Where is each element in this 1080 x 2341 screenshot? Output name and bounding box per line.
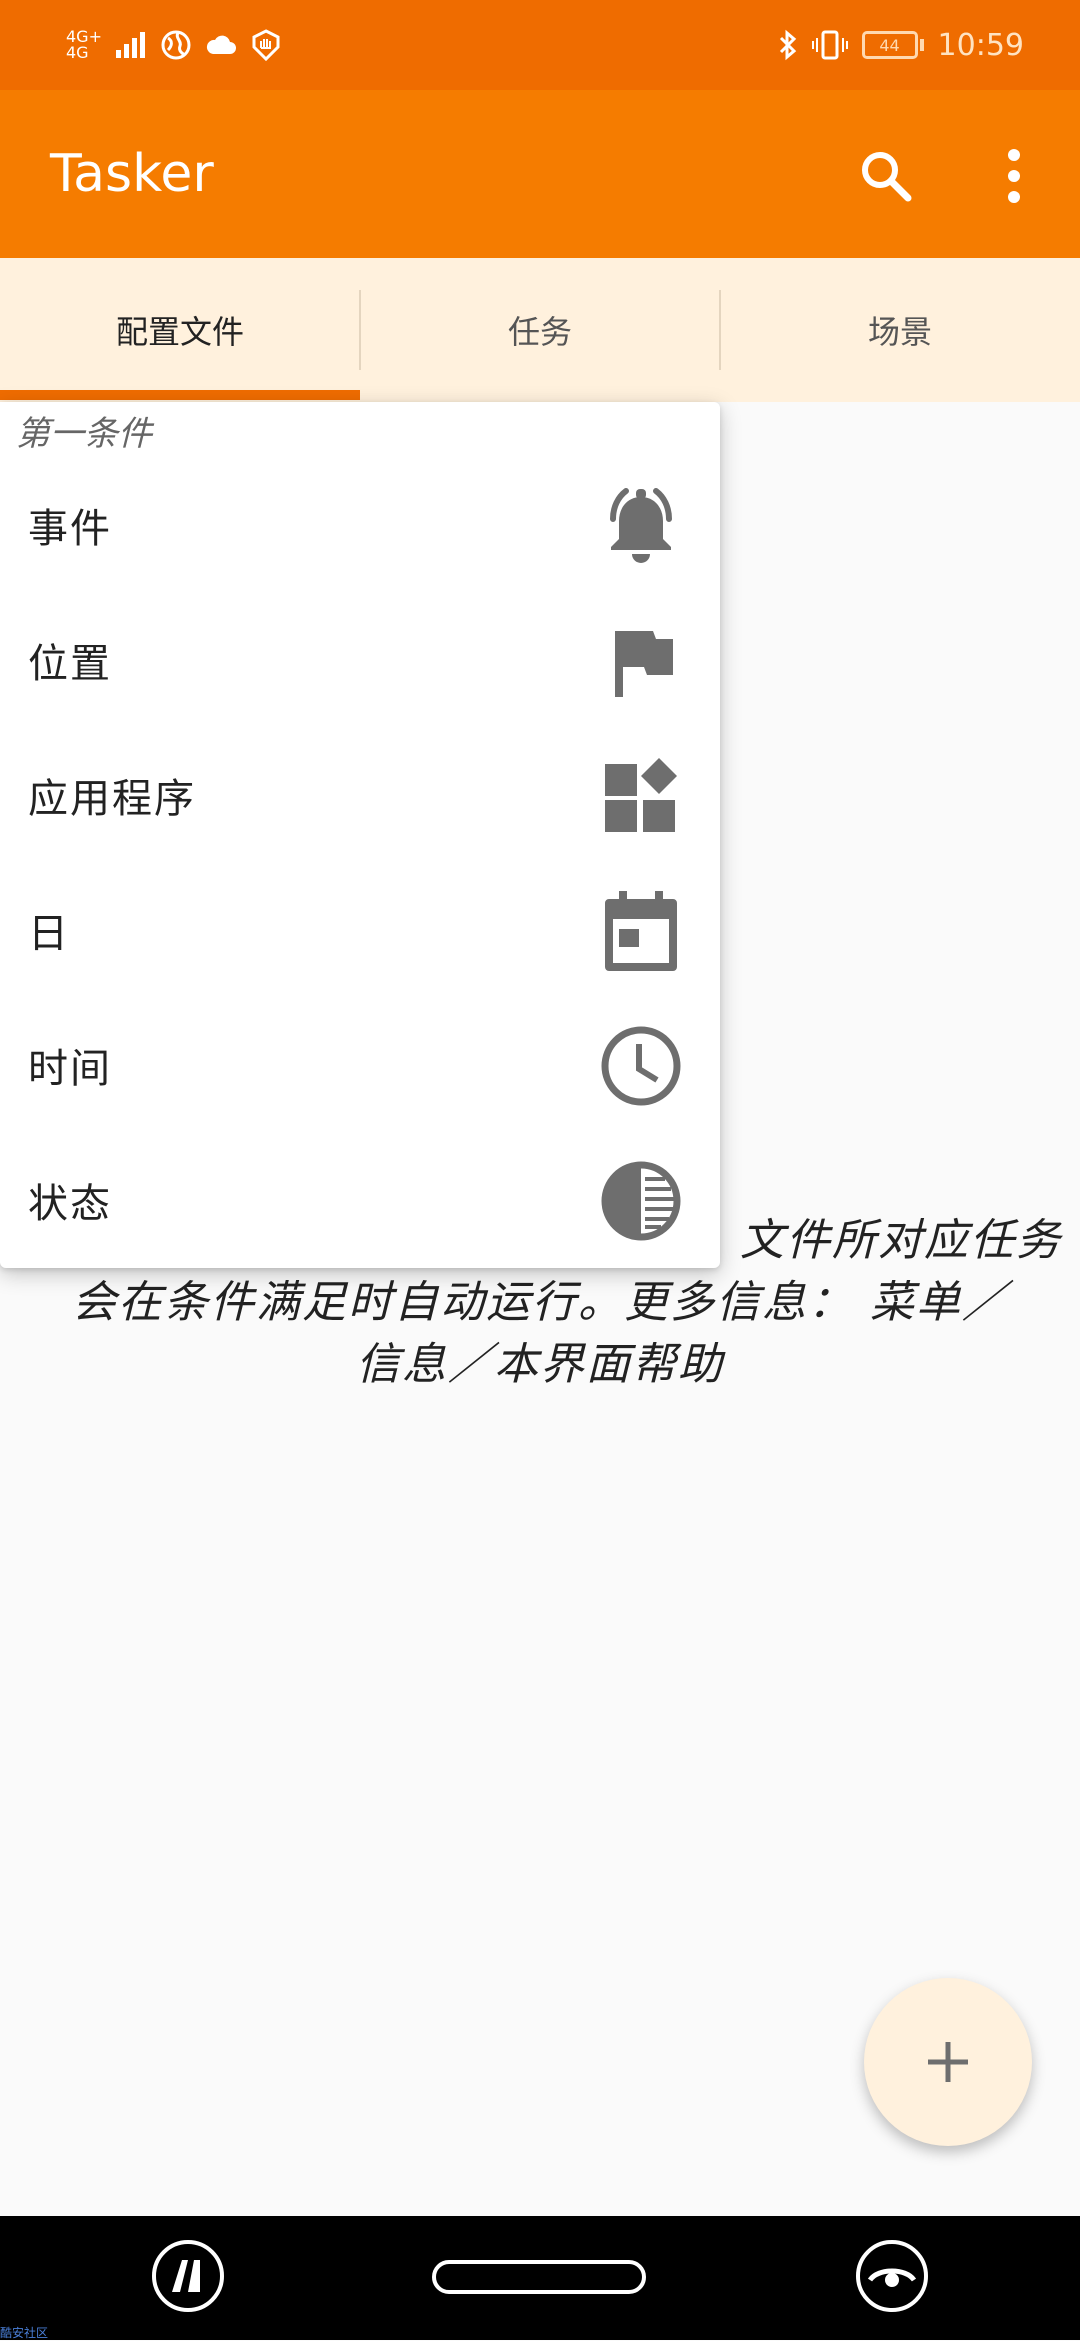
more-vert-icon (1008, 149, 1020, 203)
status-right: 44 10:59 (778, 0, 1024, 90)
menu-item-label: 事件 (28, 505, 112, 552)
menu-item-label: 日 (28, 910, 70, 957)
cloud-icon (206, 35, 236, 54)
tab-profiles[interactable]: 配置文件 (0, 258, 360, 402)
menu-item-label: 状态 (28, 1180, 112, 1227)
tab-bar: 配置文件 任务 场景 (0, 258, 1080, 402)
tab-tasks[interactable]: 任务 (360, 258, 720, 402)
battery-cap (919, 39, 924, 51)
more-options-button[interactable] (994, 142, 1034, 210)
empty-message-line: 会在条件满足时自动运行。更多信息： 菜单／ (72, 1277, 1008, 1328)
menu-title: 第一条件 (16, 413, 152, 454)
menu-item-label: 位置 (28, 640, 112, 687)
battery-indicator: 44 (861, 31, 918, 59)
network-indicator: 4G+ 4G (66, 29, 102, 61)
system-nav-bar (0, 2216, 1080, 2340)
app-title: Tasker (50, 144, 214, 204)
empty-message-line: 信息／本界面帮助 (356, 1339, 724, 1390)
menu-item-event[interactable]: 事件 (0, 457, 720, 592)
menu-item-state[interactable]: 状态 (0, 1132, 720, 1267)
bell-icon (596, 481, 686, 571)
add-button[interactable] (864, 1978, 1032, 2146)
eye-icon[interactable] (854, 2238, 930, 2314)
clock-time: 10:59 (937, 27, 1024, 63)
status-bar: 4G+ 4G 44 10:59 (0, 0, 1080, 90)
tab-indicator (0, 390, 360, 400)
app-bar: Tasker (0, 90, 1080, 258)
menu-item-time[interactable]: 时间 (0, 997, 720, 1132)
search-button[interactable] (852, 142, 920, 210)
apps-icon (596, 751, 686, 841)
menu-item-day[interactable]: 日 (0, 862, 720, 997)
menu-item-location[interactable]: 位置 (0, 592, 720, 727)
bluetooth-icon (779, 29, 796, 61)
home-pill-icon[interactable] (432, 2260, 646, 2294)
assistant-icon[interactable] (150, 2238, 226, 2314)
vibrate-icon (811, 30, 848, 60)
tab-scenes[interactable]: 场景 (720, 258, 1080, 402)
network-bottom-label: 4G (66, 43, 89, 62)
half-circle-icon (596, 1156, 686, 1246)
status-left: 4G+ 4G (66, 0, 282, 90)
globe-icon (161, 30, 191, 60)
signal-icon (115, 32, 145, 58)
flag-icon (596, 616, 686, 706)
clock-icon (596, 1021, 686, 1111)
menu-item-label: 应用程序 (28, 775, 196, 822)
calendar-icon (596, 886, 686, 976)
plus-icon (928, 2042, 968, 2082)
menu-item-label: 时间 (28, 1045, 112, 1092)
watermark-text: 酷安社区 (0, 2326, 49, 2340)
search-icon (862, 152, 912, 202)
first-condition-menu: 第一条件 事件 位置 应用程序 日 时间 状态 (0, 402, 720, 1268)
menu-item-application[interactable]: 应用程序 (0, 727, 720, 862)
shield-hand-icon (252, 29, 280, 61)
